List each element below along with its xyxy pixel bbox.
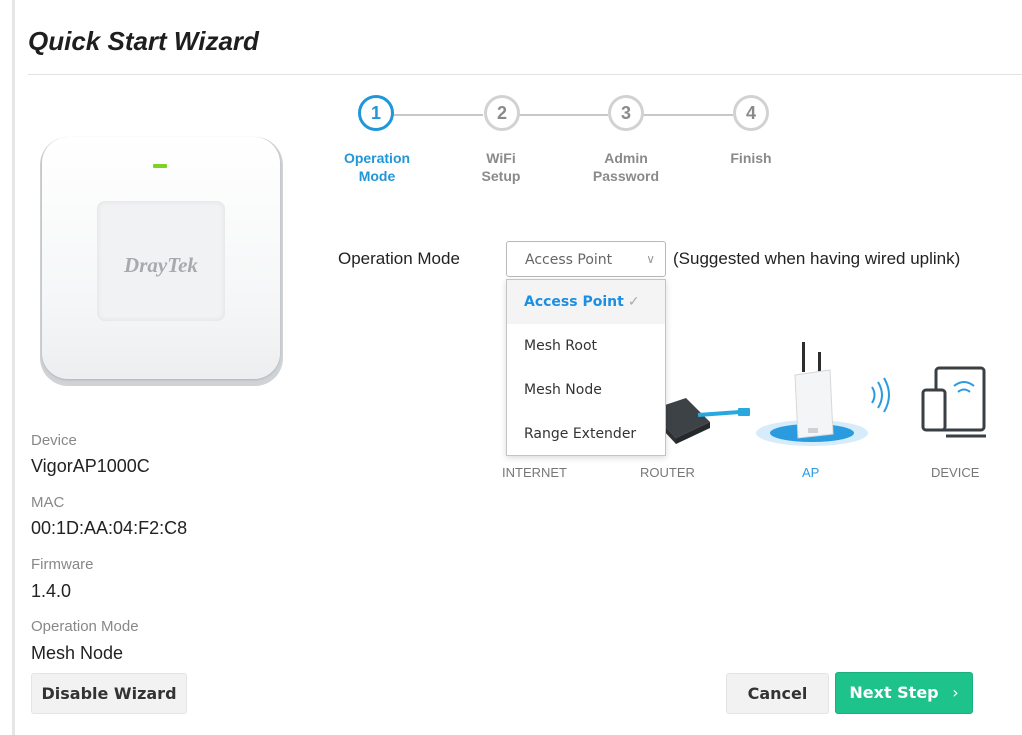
step-2-label-line2: Setup [481, 168, 521, 184]
next-step-label: Next Step [849, 683, 939, 702]
operation-mode-label: Operation Mode [31, 618, 139, 635]
step-1-label-line1: Operation [343, 150, 411, 166]
cable-icon [697, 408, 750, 417]
step-4-circle: 4 [733, 95, 769, 131]
device-body: DrayTek [42, 137, 280, 379]
draytek-logo: DrayTek [124, 253, 198, 277]
step-3-label: Admin Password [581, 149, 671, 185]
operation-mode-value: Mesh Node [31, 643, 124, 663]
step-1-label-line2: Mode [358, 168, 396, 184]
checkmark-icon: ✓ [627, 294, 640, 310]
firmware-value: 1.4.0 [31, 581, 72, 601]
firmware-label: Firmware [31, 556, 94, 573]
diagram-label-internet: INTERNET [502, 465, 567, 480]
step-1-label: Operation Mode [332, 149, 422, 185]
dropdown-option-mesh-root[interactable]: Mesh Root [507, 324, 665, 368]
step-2-circle: 2 [484, 95, 520, 131]
step-3-label-line2: Password [592, 168, 660, 184]
dropdown-option-access-point[interactable]: Access Point ✓ [507, 280, 665, 324]
dropdown-option-mesh-node[interactable]: Mesh Node [507, 368, 665, 412]
operation-mode-dropdown: Access Point ✓ Mesh Root Mesh Node Range … [506, 279, 666, 456]
diagram-label-router: ROUTER [640, 465, 695, 480]
step-1-circle: 1 [358, 95, 394, 131]
dropdown-option-range-extender[interactable]: Range Extender [507, 412, 665, 456]
device-label: Device [31, 432, 77, 449]
mac-value: 00:1D:AA:04:F2:C8 [31, 518, 188, 538]
operation-mode-hint: (Suggested when having wired uplink) [673, 249, 961, 268]
next-step-button[interactable]: Next Step › [835, 672, 973, 714]
operation-mode-select-value: Access Point [525, 252, 613, 268]
step-connector [517, 114, 608, 116]
disable-wizard-button[interactable]: Disable Wizard [31, 673, 187, 714]
device-value: VigorAP1000C [31, 456, 150, 476]
operation-mode-field-label: Operation Mode [338, 249, 460, 268]
diagram-label-ap: AP [802, 465, 820, 480]
step-4-label-line1: Finish [730, 150, 772, 166]
mac-label: MAC [31, 494, 65, 511]
device-icon [921, 366, 986, 438]
chevron-right-icon: › [952, 683, 959, 702]
step-2-label: WiFi Setup [456, 149, 546, 185]
step-4-label: Finish [706, 149, 796, 167]
wifi-signal-icon [871, 377, 890, 413]
step-connector [391, 114, 483, 116]
page-title: Quick Start Wizard [28, 26, 259, 56]
device-led [153, 164, 167, 168]
option-label: Access Point [524, 294, 624, 310]
access-point-icon [756, 342, 868, 446]
title-divider [28, 74, 1022, 75]
step-connector [642, 114, 733, 116]
cancel-button[interactable]: Cancel [726, 673, 829, 714]
diagram-label-device: DEVICE [931, 465, 980, 480]
chevron-down-icon: ∨ [646, 252, 655, 266]
operation-mode-select[interactable]: Access Point ∨ [506, 241, 666, 277]
step-3-circle: 3 [608, 95, 644, 131]
left-border [12, 0, 15, 735]
step-2-label-line1: WiFi [486, 150, 516, 166]
step-3-label-line1: Admin [604, 150, 648, 166]
